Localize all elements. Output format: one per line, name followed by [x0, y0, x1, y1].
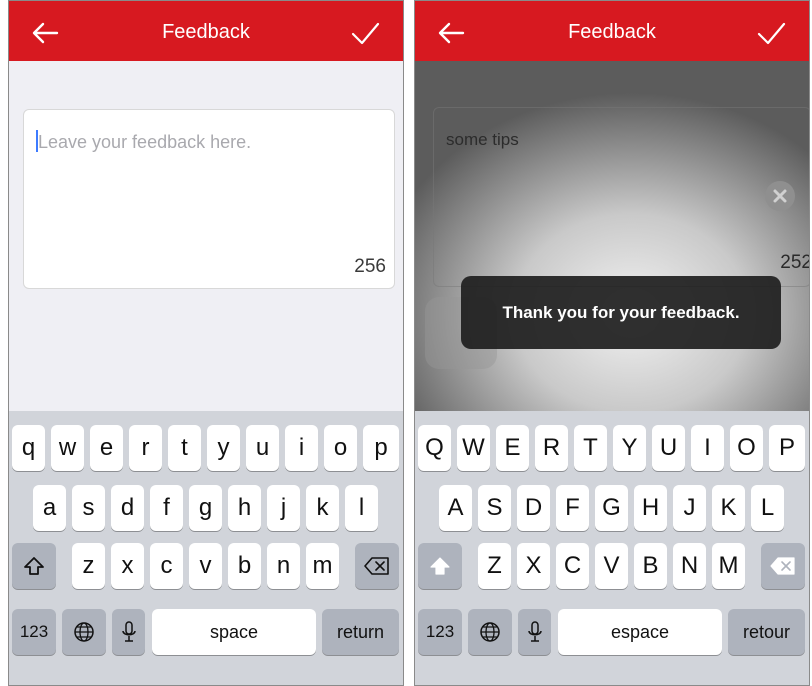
key-g[interactable]: G	[595, 485, 628, 531]
key-o[interactable]: O	[730, 425, 763, 471]
key-b[interactable]: b	[228, 543, 261, 589]
toast-message: Thank you for your feedback.	[461, 276, 781, 349]
space-key[interactable]: espace	[558, 609, 722, 655]
key-x[interactable]: X	[517, 543, 550, 589]
key-w[interactable]: w	[51, 425, 84, 471]
key-i[interactable]: I	[691, 425, 724, 471]
key-a[interactable]: a	[33, 485, 66, 531]
globe-key[interactable]	[62, 609, 106, 655]
key-x[interactable]: x	[111, 543, 144, 589]
key-v[interactable]: v	[189, 543, 222, 589]
feedback-input[interactable]: some tips 252	[433, 107, 810, 287]
key-m[interactable]: M	[712, 543, 745, 589]
numbers-key[interactable]: 123	[418, 609, 462, 655]
key-y[interactable]: y	[207, 425, 240, 471]
delete-icon	[770, 557, 795, 575]
key-w[interactable]: W	[457, 425, 490, 471]
key-q[interactable]: q	[12, 425, 45, 471]
shift-icon	[430, 557, 450, 575]
key-e[interactable]: E	[496, 425, 529, 471]
space-key[interactable]: space	[152, 609, 316, 655]
nav-bar: Feedback	[9, 1, 403, 61]
key-z[interactable]: Z	[478, 543, 511, 589]
microphone-key[interactable]	[112, 609, 145, 655]
feedback-input[interactable]: Leave your feedback here. 256	[23, 109, 395, 289]
key-r[interactable]: r	[129, 425, 162, 471]
key-c[interactable]: C	[556, 543, 589, 589]
key-u[interactable]: u	[246, 425, 279, 471]
key-n[interactable]: N	[673, 543, 706, 589]
key-t[interactable]: T	[574, 425, 607, 471]
delete-icon	[364, 557, 389, 575]
key-e[interactable]: e	[90, 425, 123, 471]
key-b[interactable]: B	[634, 543, 667, 589]
key-v[interactable]: V	[595, 543, 628, 589]
key-a[interactable]: A	[439, 485, 472, 531]
key-p[interactable]: P	[769, 425, 805, 471]
key-s[interactable]: s	[72, 485, 105, 531]
clear-icon	[773, 189, 787, 203]
shift-key[interactable]	[418, 543, 462, 589]
key-c[interactable]: c	[150, 543, 183, 589]
feedback-text: some tips	[446, 130, 519, 149]
delete-key[interactable]	[761, 543, 805, 589]
key-h[interactable]: H	[634, 485, 667, 531]
key-j[interactable]: j	[267, 485, 300, 531]
key-d[interactable]: d	[111, 485, 144, 531]
character-counter: 256	[354, 256, 386, 277]
delete-key[interactable]	[355, 543, 399, 589]
clear-button[interactable]	[765, 181, 795, 211]
nav-bar: Feedback	[415, 1, 809, 61]
submit-button[interactable]	[751, 15, 791, 51]
key-k[interactable]: k	[306, 485, 339, 531]
globe-icon	[74, 622, 94, 642]
key-u[interactable]: U	[652, 425, 685, 471]
shift-key[interactable]	[12, 543, 56, 589]
key-s[interactable]: S	[478, 485, 511, 531]
submit-button[interactable]	[345, 15, 385, 51]
microphone-key[interactable]	[518, 609, 551, 655]
return-key[interactable]: retour	[728, 609, 805, 655]
key-k[interactable]: K	[712, 485, 745, 531]
key-f[interactable]: F	[556, 485, 589, 531]
right-screen: Feedback some tips 252 Thank you for you…	[414, 0, 810, 686]
keyboard: q w e r t y u i o p a s d f g h j k l z …	[9, 411, 403, 685]
feedback-placeholder: Leave your feedback here.	[38, 132, 252, 152]
left-screen: Feedback Leave your feedback here. 256 q…	[8, 0, 404, 686]
key-m[interactable]: m	[306, 543, 339, 589]
key-p[interactable]: p	[363, 425, 399, 471]
key-i[interactable]: i	[285, 425, 318, 471]
key-j[interactable]: J	[673, 485, 706, 531]
key-f[interactable]: f	[150, 485, 183, 531]
key-d[interactable]: D	[517, 485, 550, 531]
page-title: Feedback	[162, 21, 250, 43]
check-icon	[757, 22, 786, 45]
key-t[interactable]: t	[168, 425, 201, 471]
microphone-icon	[121, 621, 136, 642]
key-q[interactable]: Q	[418, 425, 451, 471]
page-title: Feedback	[568, 21, 656, 43]
key-z[interactable]: z	[72, 543, 105, 589]
key-g[interactable]: g	[189, 485, 222, 531]
globe-icon	[480, 622, 500, 642]
key-r[interactable]: R	[535, 425, 568, 471]
globe-key[interactable]	[468, 609, 512, 655]
check-icon	[351, 22, 380, 45]
key-h[interactable]: h	[228, 485, 261, 531]
keyboard: Q W E R T Y U I O P A S D F G H J K L Z …	[415, 411, 809, 685]
key-n[interactable]: n	[267, 543, 300, 589]
shift-icon	[24, 557, 44, 575]
key-l[interactable]: l	[345, 485, 378, 531]
character-counter: 252	[780, 252, 810, 273]
key-o[interactable]: o	[324, 425, 357, 471]
key-y[interactable]: Y	[613, 425, 646, 471]
numbers-key[interactable]: 123	[12, 609, 56, 655]
return-key[interactable]: return	[322, 609, 399, 655]
key-l[interactable]: L	[751, 485, 784, 531]
microphone-icon	[527, 621, 542, 642]
